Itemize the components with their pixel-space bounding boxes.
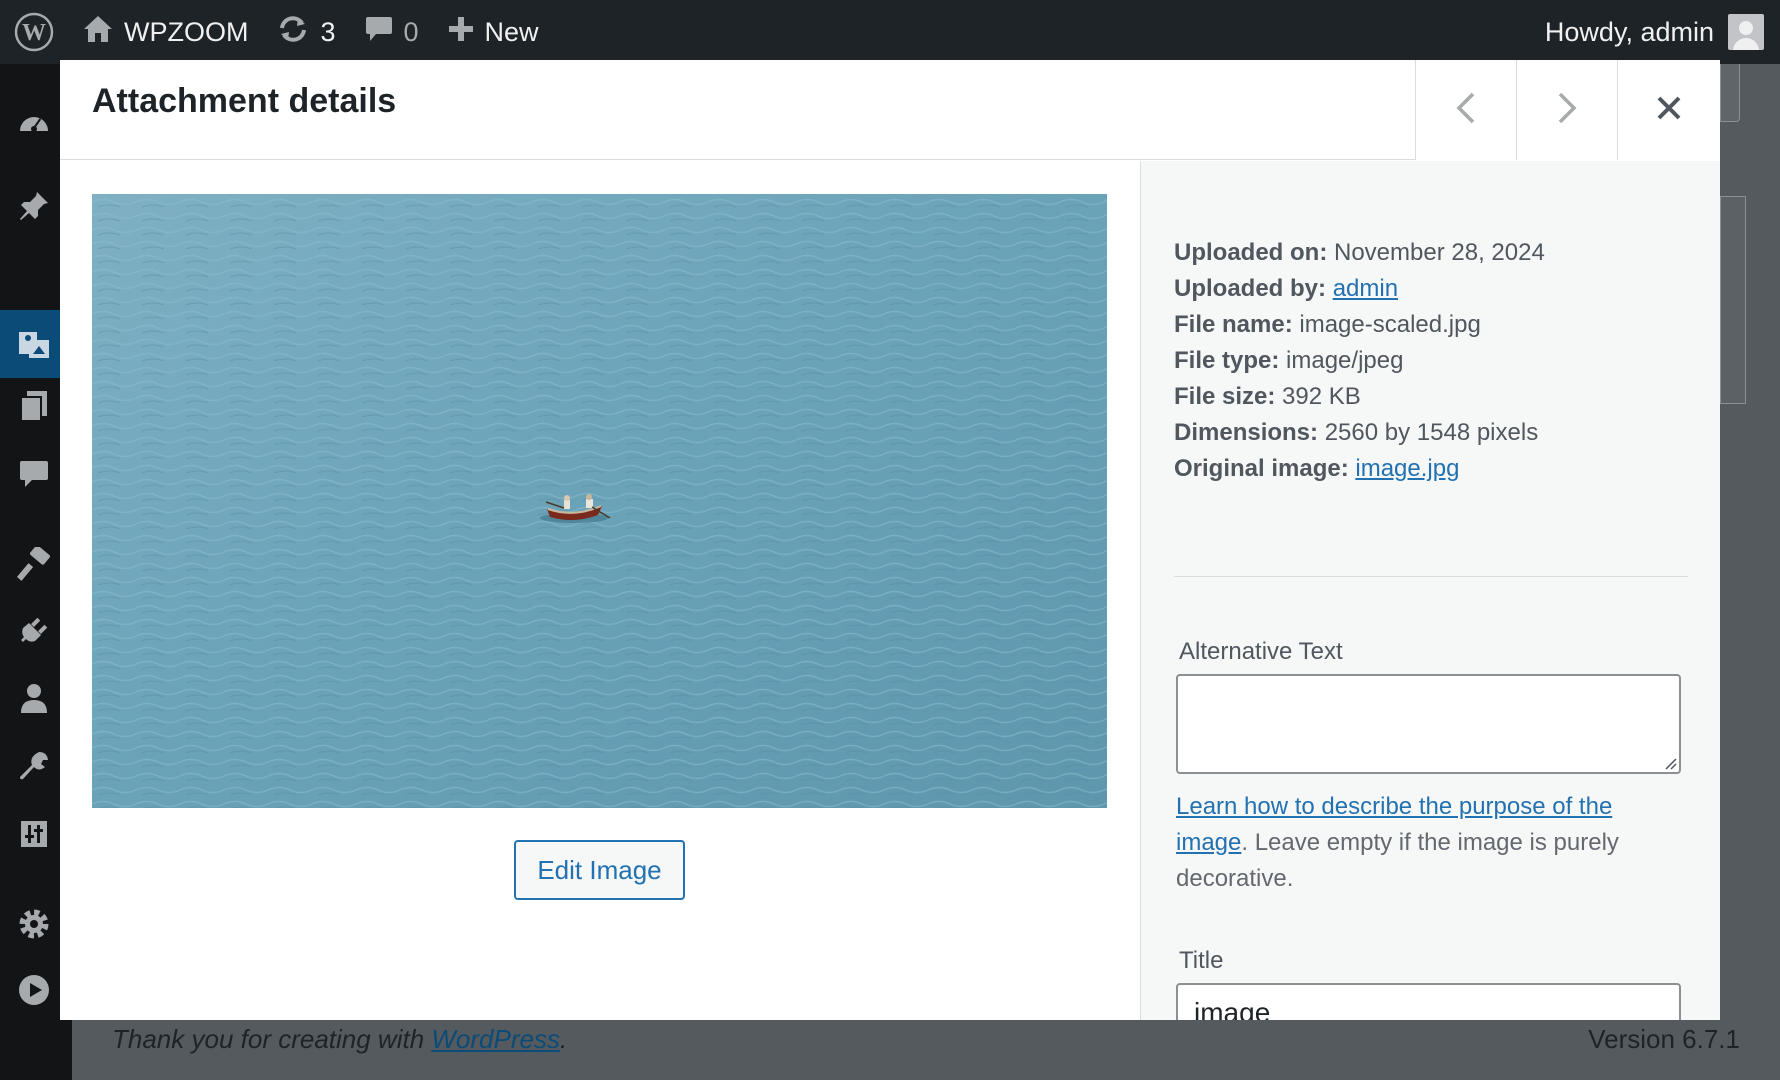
gear-icon[interactable]: [14, 904, 54, 944]
comments-link[interactable]: 0: [350, 0, 433, 64]
background-panel: [1720, 196, 1746, 404]
footer-wordpress-link[interactable]: WordPress: [431, 1024, 560, 1054]
settings-sliders-icon[interactable]: [14, 814, 54, 854]
tools-wrench-icon[interactable]: [14, 746, 54, 786]
attachment-media-view: Edit Image: [60, 161, 1140, 1020]
close-icon: [1656, 95, 1682, 126]
play-circle-icon[interactable]: [14, 970, 54, 1010]
resize-grip-icon[interactable]: [1663, 756, 1677, 770]
edit-image-button[interactable]: Edit Image: [514, 840, 685, 900]
pages-icon[interactable]: [14, 386, 54, 426]
alt-text-label: Alternative Text: [1179, 638, 1343, 665]
users-icon[interactable]: [14, 678, 54, 718]
admin-bar: W WPZOOM 3 0 New Howdy, admin: [0, 0, 1780, 64]
comments-count: 0: [403, 16, 419, 47]
file-name-row: File name: image-scaled.jpg: [1174, 311, 1481, 338]
new-label: New: [484, 16, 539, 47]
title-field[interactable]: [1176, 983, 1681, 1020]
avatar: [1728, 14, 1764, 50]
dimensions-row: Dimensions: 2560 by 1548 pixels: [1174, 419, 1539, 446]
close-button[interactable]: [1617, 60, 1720, 160]
home-icon: [82, 14, 114, 51]
attachment-image: [92, 194, 1107, 808]
posts-pin-icon[interactable]: [14, 186, 54, 226]
updates-link[interactable]: 3: [262, 0, 349, 64]
previous-button[interactable]: [1415, 60, 1516, 160]
wordpress-logo-icon[interactable]: W: [0, 0, 68, 64]
plus-icon: [447, 15, 475, 50]
appearance-icon[interactable]: [14, 544, 54, 584]
file-details: Uploaded on: November 28, 2024 Uploaded …: [1174, 235, 1694, 487]
footer-thanks: Thank you for creating with WordPress.: [112, 1024, 568, 1054]
uploaded-on-row: Uploaded on: November 28, 2024: [1174, 239, 1545, 266]
chevron-right-icon: [1555, 91, 1579, 130]
attachment-info-panel: Uploaded on: November 28, 2024 Uploaded …: [1140, 161, 1720, 1020]
comment-icon: [364, 14, 394, 51]
alt-text-help: Learn how to describe the purpose of the…: [1176, 793, 1619, 892]
site-name-link[interactable]: WPZOOM: [68, 0, 262, 64]
new-content-link[interactable]: New: [433, 0, 553, 64]
background-button: [1720, 64, 1740, 122]
comments-icon[interactable]: [14, 454, 54, 494]
alt-text-field[interactable]: [1176, 674, 1681, 774]
my-account-link[interactable]: Howdy, admin: [1531, 0, 1780, 64]
media-icon[interactable]: [14, 324, 54, 364]
dashboard-icon[interactable]: [14, 104, 54, 144]
plugins-icon[interactable]: [14, 610, 54, 650]
attachment-details-modal: Attachment details Edit Image Uploaded o…: [60, 60, 1720, 1020]
greeting: Howdy, admin: [1544, 16, 1714, 47]
divider: [1174, 576, 1688, 577]
original-image-row: Original image: image.jpg: [1174, 455, 1460, 482]
original-image-link[interactable]: image.jpg: [1355, 455, 1459, 482]
site-name: WPZOOM: [124, 16, 249, 47]
refresh-icon: [276, 14, 310, 51]
chevron-left-icon: [1454, 91, 1478, 130]
modal-title: Attachment details: [92, 82, 397, 120]
footer-version: Version 6.7.1: [1588, 1024, 1740, 1054]
file-type-row: File type: image/jpeg: [1174, 347, 1404, 374]
svg-text:W: W: [22, 20, 46, 46]
updates-count: 3: [320, 16, 336, 47]
next-button[interactable]: [1516, 60, 1617, 160]
file-size-row: File size: 392 KB: [1174, 383, 1361, 410]
uploaded-by-row: Uploaded by: admin: [1174, 275, 1399, 302]
modal-header: Attachment details: [60, 60, 1720, 160]
uploaded-by-link[interactable]: admin: [1333, 275, 1398, 302]
title-label: Title: [1179, 947, 1224, 974]
